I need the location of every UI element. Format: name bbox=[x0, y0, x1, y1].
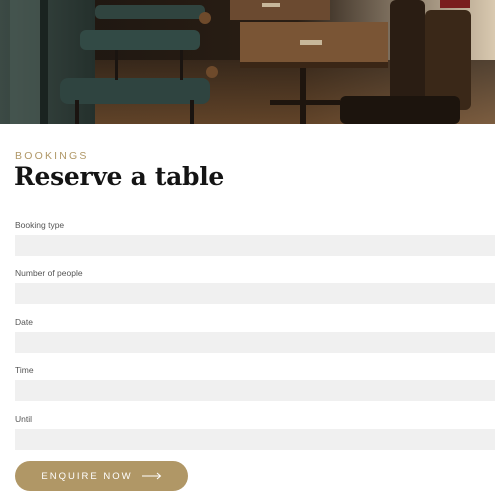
section-eyebrow: BOOKINGS bbox=[15, 150, 89, 162]
number-of-people-label: Number of people bbox=[15, 268, 83, 278]
date-field[interactable] bbox=[15, 332, 495, 353]
arrow-right-icon bbox=[141, 472, 162, 480]
time-label: Time bbox=[15, 365, 34, 375]
booking-type-label: Booking type bbox=[15, 220, 65, 230]
until-label: Until bbox=[15, 414, 33, 424]
enquire-now-button[interactable]: ENQUIRE NOW bbox=[15, 461, 188, 491]
number-of-people-field[interactable] bbox=[15, 283, 495, 304]
page-title: Reserve a table bbox=[14, 162, 225, 191]
hero-image bbox=[0, 0, 495, 124]
date-label: Date bbox=[15, 317, 33, 327]
booking-type-field[interactable] bbox=[15, 235, 495, 256]
until-field[interactable] bbox=[15, 429, 495, 450]
time-field[interactable] bbox=[15, 380, 495, 401]
enquire-now-label: ENQUIRE NOW bbox=[41, 470, 133, 482]
